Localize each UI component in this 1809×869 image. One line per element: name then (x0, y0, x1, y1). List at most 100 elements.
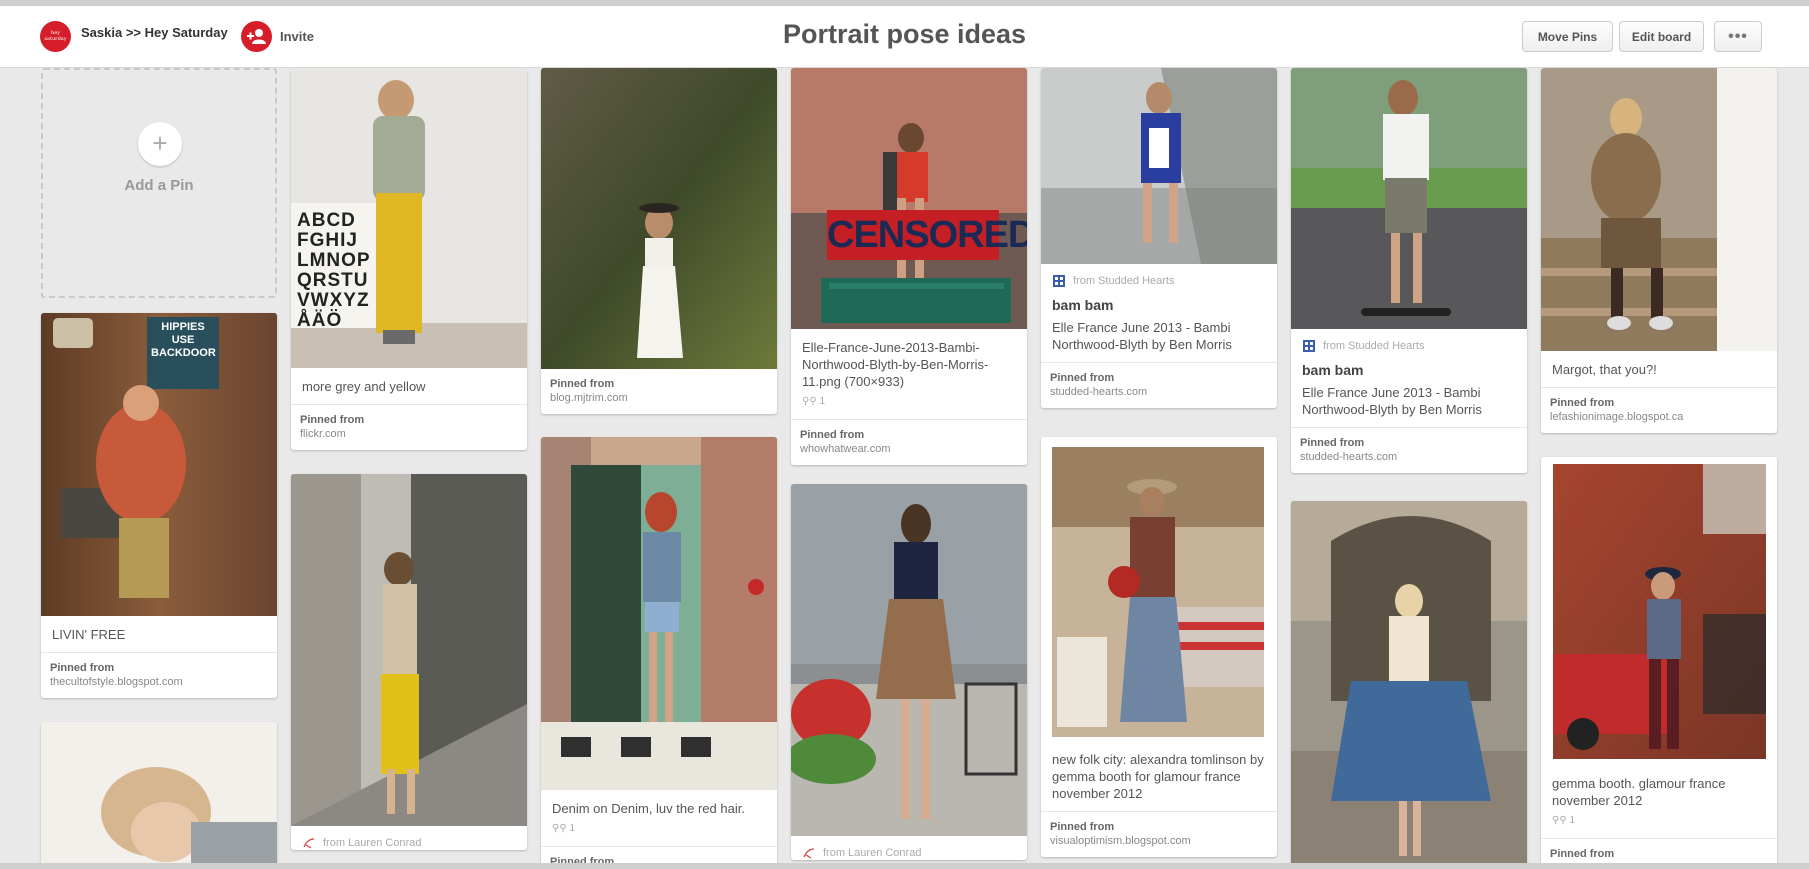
pin-image[interactable] (41, 722, 277, 869)
via-source[interactable]: from Studded Hearts (1073, 275, 1175, 287)
pinned-from: Pinned from studded-hearts.com (1041, 363, 1277, 408)
pinned-from-label: Pinned from (1050, 821, 1115, 833)
more-options-button[interactable]: ••• (1714, 21, 1762, 52)
repin-count: ⚲⚲ 1 (552, 820, 767, 837)
repin-icon: ⚲⚲ (1552, 815, 1570, 826)
pin-description: Elle-France-June-2013-Bambi-Northwood-Bl… (791, 329, 1027, 420)
alphabet-poster-text: ABCD FGHIJ LMNOP QRSTU VWXYZ ÅÄÖ (297, 210, 371, 331)
pin-description: Denim on Denim, luv the red hair. ⚲⚲ 1 (541, 790, 777, 847)
invite-button[interactable]: Invite (280, 29, 314, 44)
pin-image[interactable] (1041, 437, 1277, 741)
pin-source-link[interactable]: whowhatwear.com (800, 443, 1017, 455)
repin-count: ⚲⚲ 1 (802, 393, 1017, 410)
pin-image[interactable] (1541, 457, 1777, 765)
pin-card[interactable] (41, 722, 277, 869)
pinned-from: Pinned from blog.mjtrim.com (541, 369, 777, 414)
pin-via: from Lauren Conrad (291, 826, 527, 850)
pin-card[interactable]: Margot, that you?! Pinned from lefashion… (1541, 68, 1777, 433)
pin-card[interactable]: CENSORED Elle-France-June-2013-Bambi-Nor… (791, 68, 1027, 465)
pin-card[interactable]: Denim on Denim, luv the red hair. ⚲⚲ 1 P… (541, 437, 777, 869)
repin-count-value: 1 (1569, 815, 1575, 826)
pin-source-link[interactable]: studded-hearts.com (1300, 451, 1517, 463)
pinned-from: Pinned from studded-hearts.com (1291, 428, 1527, 473)
pin-source-link[interactable]: studded-hearts.com (1050, 386, 1267, 398)
board-owner-link[interactable]: Saskia >> Hey Saturday (81, 25, 228, 40)
pin-image[interactable] (1041, 68, 1277, 264)
pinned-from: Pinned from whowhatwear.com (791, 420, 1027, 465)
lauren-conrad-icon[interactable] (302, 836, 316, 850)
repin-icon: ⚲⚲ (552, 823, 570, 834)
pinned-from-label: Pinned from (550, 378, 615, 390)
pin-card[interactable]: from Lauren Conrad (791, 484, 1027, 860)
pinned-from: Pinned from visualoptimism.blogspot.com (1041, 812, 1277, 857)
plus-icon: + (138, 122, 182, 166)
pin-card[interactable] (1291, 501, 1527, 869)
window-bottom-edge (0, 863, 1809, 869)
lauren-conrad-icon[interactable] (802, 846, 816, 860)
pin-image[interactable]: HIPPIES USE BACKDOOR (41, 313, 277, 616)
pin-image[interactable]: ABCD FGHIJ LMNOP QRSTU VWXYZ ÅÄÖ (291, 68, 527, 368)
repin-count-value: 1 (569, 823, 575, 834)
pin-card[interactable]: ABCD FGHIJ LMNOP QRSTU VWXYZ ÅÄÖ more gr… (291, 68, 527, 450)
pinned-from-label: Pinned from (1550, 848, 1615, 860)
pin-source-link[interactable]: blog.mjtrim.com (550, 392, 767, 404)
pin-source-link[interactable]: flickr.com (300, 428, 517, 440)
pin-image[interactable] (1291, 501, 1527, 869)
pinned-from-label: Pinned from (1550, 397, 1615, 409)
avatar-logo-text: hey saturday (44, 30, 67, 42)
pin-image[interactable] (1541, 68, 1777, 351)
pinned-from-label: Pinned from (50, 662, 115, 674)
pinned-from-label: Pinned from (800, 429, 865, 441)
pinned-from: Pinned from thecultofstyle.blogspot.com (41, 653, 277, 698)
pin-description-text: Denim on Denim, luv the red hair. (552, 801, 745, 816)
pin-image[interactable] (291, 474, 527, 826)
pin-image[interactable] (791, 484, 1027, 836)
via-source[interactable]: from Studded Hearts (1323, 340, 1425, 352)
pin-image[interactable] (1291, 68, 1527, 329)
pin-description: more grey and yellow (291, 368, 527, 405)
board-header: hey saturday Saskia >> Hey Saturday Invi… (0, 0, 1809, 68)
pin-card[interactable]: new folk city: alexandra tomlinson by ge… (1041, 437, 1277, 857)
repin-count-value: 1 (819, 396, 825, 407)
hippies-sign-text: HIPPIES USE BACKDOOR (151, 321, 216, 359)
invite-icon[interactable] (241, 21, 272, 52)
pin-source-link[interactable]: lefashionimage.blogspot.ca (1550, 411, 1767, 423)
pinned-from-label: Pinned from (1300, 437, 1365, 449)
pin-description: LIVIN' FREE (41, 616, 277, 653)
pin-image[interactable] (541, 437, 777, 790)
pin-card[interactable]: from Studded Hearts bam bam Elle France … (1291, 68, 1527, 473)
pin-description: Margot, that you?! (1541, 351, 1777, 388)
pin-description-text: gemma booth. glamour france november 201… (1552, 776, 1726, 808)
add-pin-label: Add a Pin (124, 177, 194, 194)
pin-source-link[interactable]: visualoptimism.blogspot.com (1050, 835, 1267, 847)
via-source[interactable]: from Lauren Conrad (323, 837, 421, 849)
pinned-from: Pinned from flickr.com (291, 405, 527, 450)
move-pins-button[interactable]: Move Pins (1522, 21, 1613, 52)
pin-card[interactable]: Pinned from blog.mjtrim.com (541, 68, 777, 414)
repin-count: ⚲⚲ 1 (1552, 812, 1767, 829)
pin-card[interactable]: HIPPIES USE BACKDOOR LIVIN' FREE Pinned … (41, 313, 277, 698)
pin-description: Elle France June 2013 - Bambi Northwood-… (1291, 378, 1527, 428)
pin-description: gemma booth. glamour france november 201… (1541, 765, 1777, 839)
censored-sign-text: CENSORED (827, 210, 1027, 260)
pin-via: from Lauren Conrad (791, 836, 1027, 860)
pin-title: bam bam (1052, 297, 1114, 313)
board-owner-avatar[interactable]: hey saturday (40, 21, 71, 52)
studded-hearts-icon[interactable] (1052, 274, 1066, 288)
pin-description: Elle France June 2013 - Bambi Northwood-… (1041, 313, 1277, 363)
pin-image[interactable]: CENSORED (791, 68, 1027, 329)
edit-board-button[interactable]: Edit board (1619, 21, 1704, 52)
pinned-from: Pinned from lefashionimage.blogspot.ca (1541, 388, 1777, 433)
add-pin-button[interactable]: + Add a Pin (41, 68, 277, 298)
pin-card[interactable]: from Studded Hearts bam bam Elle France … (1041, 68, 1277, 408)
pin-card[interactable]: gemma booth. glamour france november 201… (1541, 457, 1777, 869)
pin-description-text: Elle-France-June-2013-Bambi-Northwood-Bl… (802, 340, 989, 389)
pin-description: new folk city: alexandra tomlinson by ge… (1041, 741, 1277, 812)
via-source[interactable]: from Lauren Conrad (823, 847, 921, 859)
studded-hearts-icon[interactable] (1302, 339, 1316, 353)
pin-title: bam bam (1302, 362, 1364, 378)
pin-image[interactable] (541, 68, 777, 369)
pin-card[interactable]: from Lauren Conrad (291, 474, 527, 850)
pin-via: from Studded Hearts (1041, 264, 1277, 288)
pin-source-link[interactable]: thecultofstyle.blogspot.com (50, 676, 267, 688)
